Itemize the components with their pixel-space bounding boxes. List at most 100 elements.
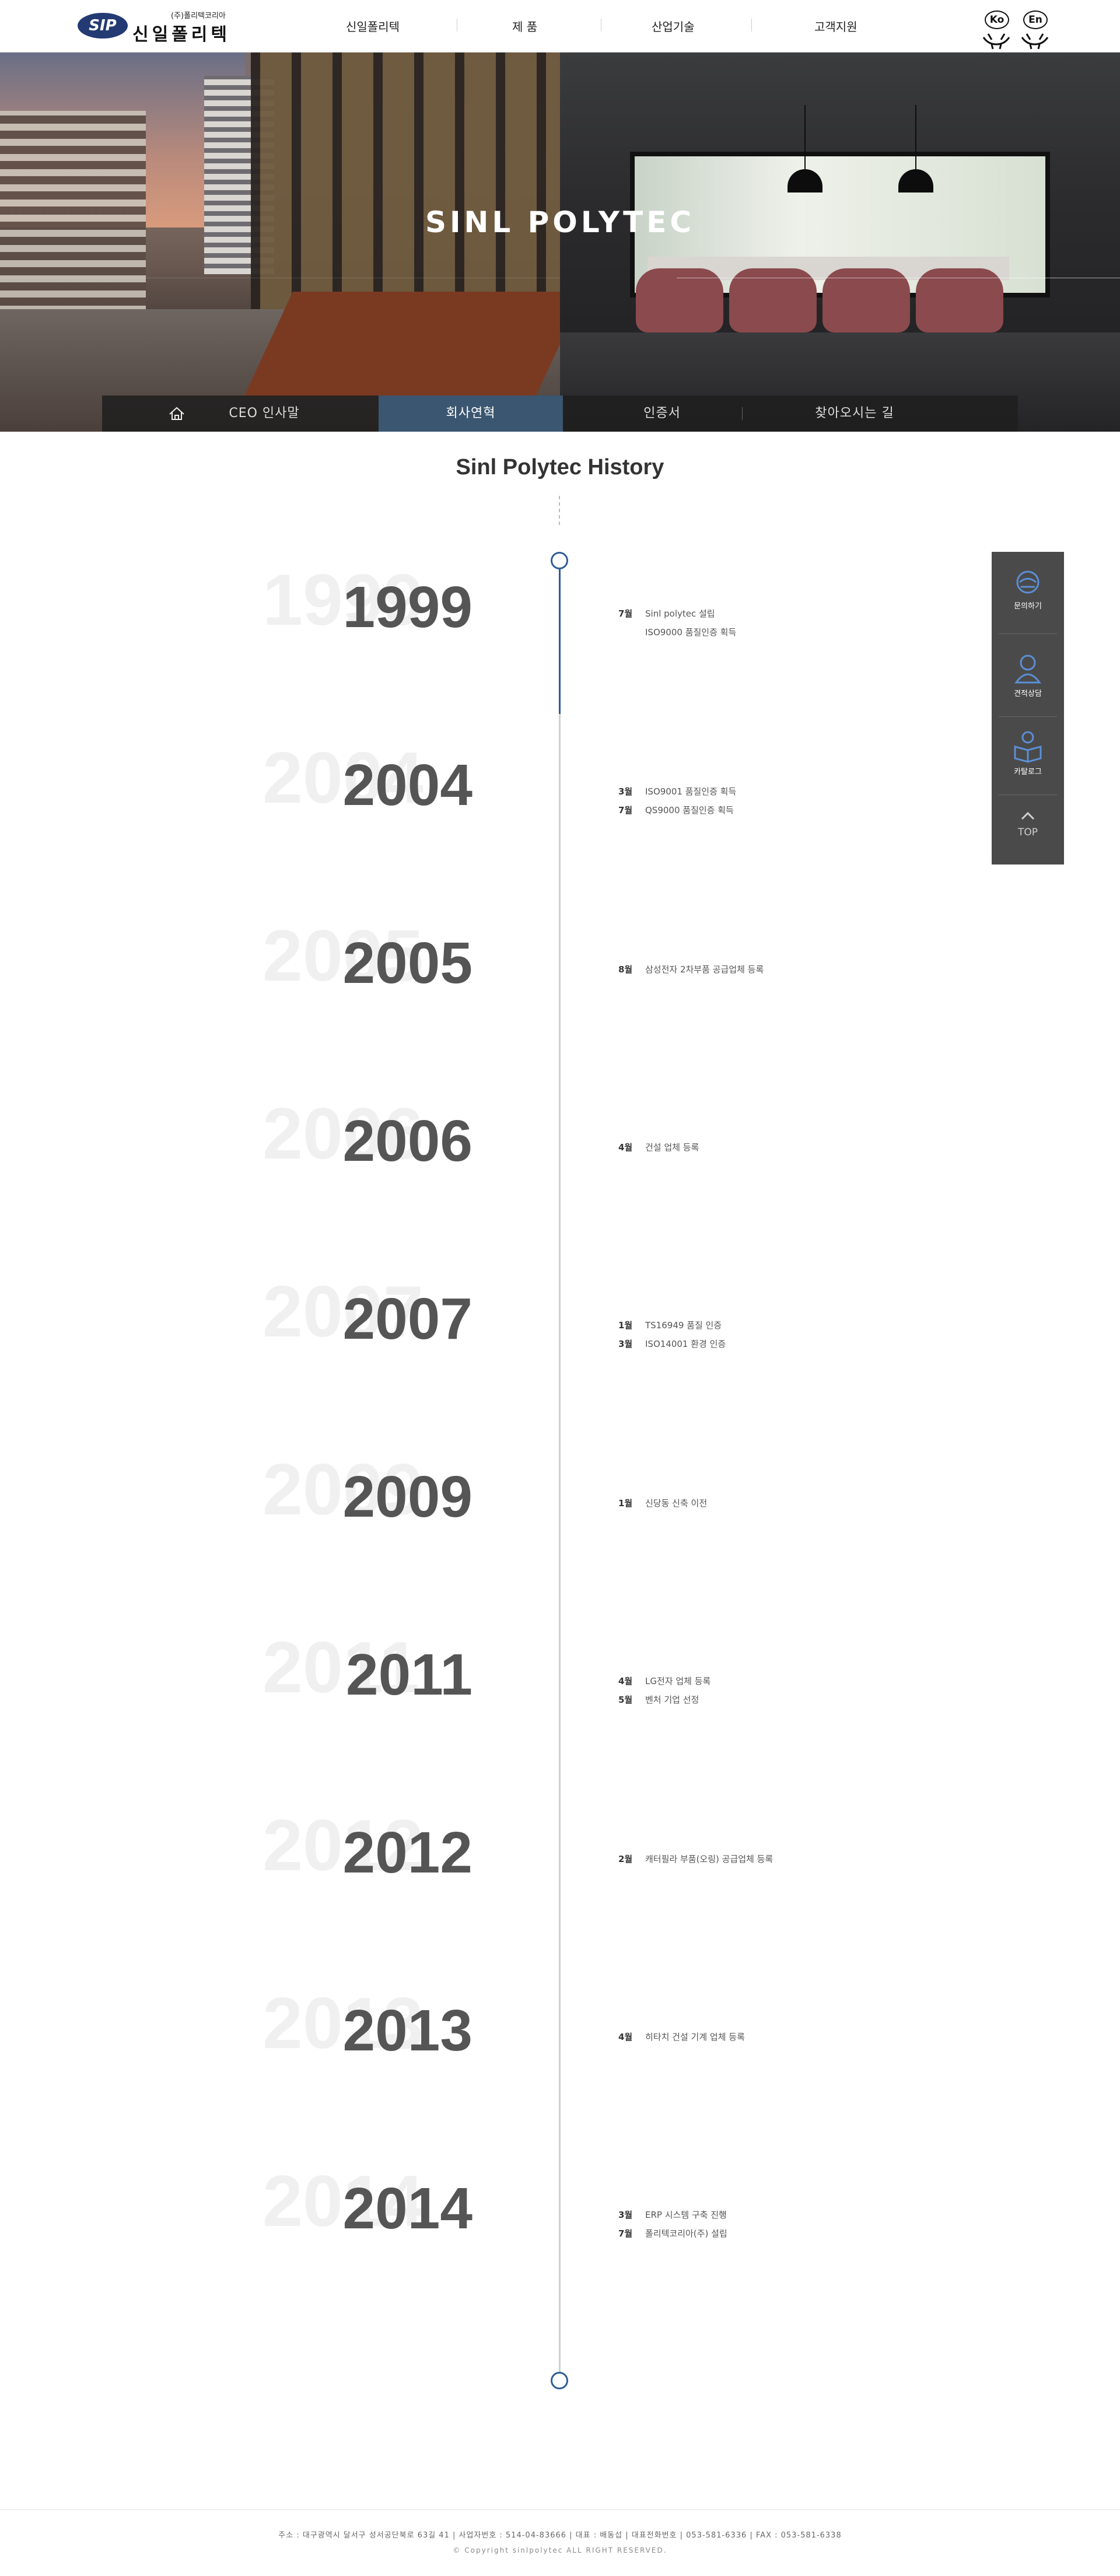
timeline-end-dot [551,2372,568,2389]
main-nav: 신일폴리텍 제 품 산업기술 고객지원 [303,0,887,52]
history-year: 2011 [346,1642,473,1707]
event-text: 삼성전자 2차부품 공급업체 등록 [645,964,764,975]
catalog-icon [1014,731,1042,763]
subnav-certificates[interactable]: 인증서 [575,396,750,432]
hero-title: SINL POLYTEC [425,205,695,239]
nav-item-support[interactable]: 고객지원 [814,18,858,34]
history-event: 4월 히타치 건설 기계 업체 등록 [618,2028,968,2046]
history-event: 7월 Sinl polytec 설립 [618,604,968,623]
history-events: 1월 신당동 신축 이전 [618,1494,968,1513]
history-title: Sinl Polytec History [456,455,664,480]
chevron-up-icon [1021,811,1035,820]
timeline-dashes [559,496,560,525]
event-month: 4월 [618,2032,633,2042]
nav-item-products[interactable]: 제 품 [512,18,537,34]
history-event: 1월 TS16949 품질 인증 [618,1316,968,1335]
history-event: 7월 폴리텍코리아(주) 설립 [618,2224,968,2243]
site-header: SIP (주)폴리텍코리아 신일폴리텍 신일폴리텍 제 품 산업기술 고객지원 … [0,0,1120,52]
history-event: 2월 캐터필라 부품(오링) 공급업체 등록 [618,1850,968,1868]
history-year: 2014 [342,2176,473,2241]
quick-divider [999,794,1057,795]
event-text: ISO14001 환경 인증 [645,1339,726,1349]
logo-name: 신일폴리텍 [132,24,230,45]
history-year: 2004 [342,752,473,818]
event-text: 캐터필라 부품(오링) 공급업체 등록 [645,1854,774,1864]
history-events: 4월 건설 업체 등록 [618,1138,968,1157]
event-text: QS9000 품질인증 획득 [645,805,734,816]
footer-copyright: © Copyright sinlpolytec ALL RIGHT RESERV… [453,2546,667,2554]
history-event: 3월 ERP 시스템 구축 진행 [618,2206,968,2224]
history-events: 7월 Sinl polytec 설립 ISO9000 품질인증 획득 [618,604,968,642]
history-year: 2013 [342,1998,473,2063]
home-icon [169,407,184,420]
scroll-top-button[interactable]: TOP [992,806,1064,838]
history-events: 4월 히타치 건설 기계 업체 등록 [618,2028,968,2046]
nav-item-technology[interactable]: 산업기술 [652,18,695,34]
quick-catalog-label: 카탈로그 [1014,768,1042,776]
history-event: 4월 LG전자 업체 등록 [618,1672,968,1690]
hand-icon [982,33,1010,50]
event-month: 5월 [618,1695,633,1705]
timeline-line [559,560,561,2380]
history-events: 1월 TS16949 품질 인증 3월 ISO14001 환경 인증 [618,1316,968,1353]
logo-mark: SIP [78,13,128,38]
history-year: 2006 [342,1108,473,1174]
event-month: 8월 [618,964,633,975]
event-text: Sinl polytec 설립 [645,608,715,619]
timeline-progress [559,561,561,714]
event-month: 7월 [618,2228,633,2239]
history-year: 2012 [342,1820,473,1885]
event-month: 2월 [618,1854,633,1864]
quick-catalog-button[interactable]: 카탈로그 [992,729,1064,776]
subnav-divider [742,407,743,420]
history-year: 2007 [342,1286,473,1352]
site-logo[interactable]: SIP (주)폴리텍코리아 신일폴리텍 [78,9,241,45]
quick-inquiry-label: 문의하기 [1014,602,1042,611]
event-text: ERP 시스템 구축 진행 [645,2210,727,2220]
quick-consult-label: 견적상담 [1014,690,1042,698]
hero-image-meeting-room [560,52,1120,432]
event-month: 4월 [618,1676,633,1686]
history-event: ISO9000 품질인증 획득 [618,623,968,642]
nav-item-company[interactable]: 신일폴리텍 [346,18,400,34]
logo-subtitle: (주)폴리텍코리아 [171,12,226,20]
subnav-home-button[interactable] [159,396,194,432]
history-year: 2009 [342,1464,473,1530]
event-text: 벤처 기업 선정 [645,1695,699,1705]
history-event: 3월 ISO9001 품질인증 획득 [618,782,968,801]
event-month: 1월 [618,1320,633,1331]
history-event: 7월 QS9000 품질인증 획득 [618,801,968,820]
event-text: 히타치 건설 기계 업체 등록 [645,2032,745,2042]
event-month: 3월 [618,786,633,797]
history-events: 3월 ISO9001 품질인증 획득 7월 QS9000 품질인증 획득 [618,782,968,820]
lang-en-button[interactable]: En [1016,9,1051,50]
history-event: 4월 건설 업체 등록 [618,1138,968,1157]
event-month: 7월 [618,608,633,619]
history-events: 2월 캐터필라 부품(오링) 공급업체 등록 [618,1850,968,1868]
timeline-start-dot [551,552,568,569]
quick-inquiry-button[interactable]: 문의하기 [992,568,1064,611]
quick-divider [999,716,1057,717]
hand-icon [1021,33,1049,50]
event-month: 3월 [618,2210,633,2220]
subnav-ceo[interactable]: CEO 인사말 [194,396,334,432]
quick-consult-button[interactable]: 견적상담 [992,651,1064,698]
event-month: 3월 [618,1339,633,1349]
lang-ko-button[interactable]: Ko [978,9,1013,50]
event-text: LG전자 업체 등록 [645,1676,711,1686]
subnav-location[interactable]: 찾아오시는 길 [761,396,948,432]
nav-divider [751,19,752,32]
event-text: 신당동 신축 이전 [645,1498,708,1508]
history-event: 3월 ISO14001 환경 인증 [618,1335,968,1353]
event-text: TS16949 품질 인증 [645,1320,722,1331]
event-month: 1월 [618,1498,633,1508]
consult-icon [1014,654,1041,684]
history-year: 2005 [342,930,473,996]
footer-address: 주소 : 대구광역시 달서구 성서공단북로 63길 41 | 사업자번호 : 5… [278,2531,842,2540]
history-events: 8월 삼성전자 2차부품 공급업체 등록 [618,960,968,979]
event-month: 7월 [618,805,633,816]
hero-banner: SINL POLYTEC CEO 인사말 회사연혁 인증서 찾아오시는 길 [0,52,1120,432]
history-event: 8월 삼성전자 2차부품 공급업체 등록 [618,960,968,979]
event-text: ISO9000 품질인증 획득 [645,627,737,638]
subnav-history[interactable]: 회사연혁 [379,396,563,432]
